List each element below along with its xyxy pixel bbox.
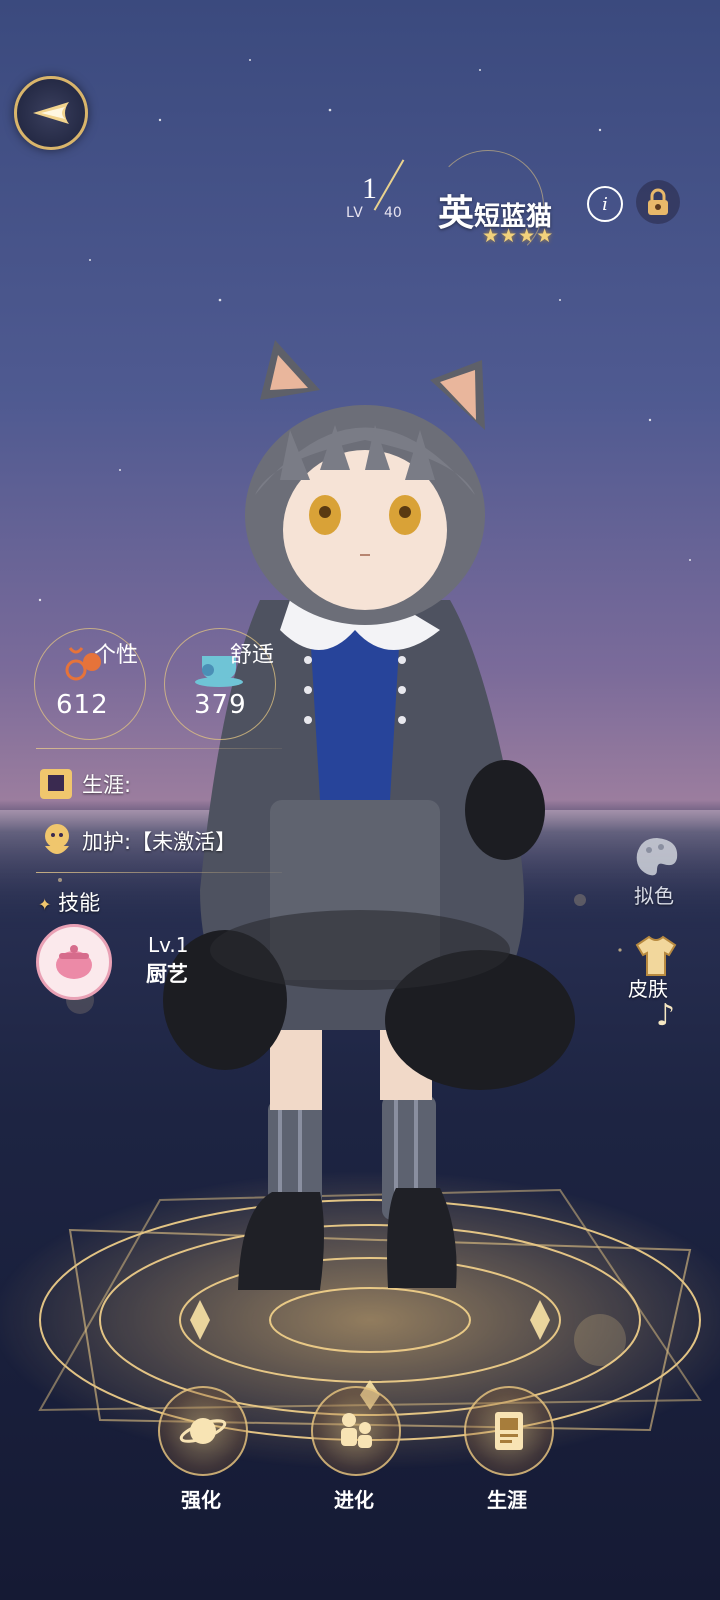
level-divider [373,159,405,211]
side-divider [36,872,282,873]
level-current: 1 [362,172,377,205]
enhance-label: 强化 [181,1488,221,1512]
skill-title: 技能 [58,891,101,915]
planet-icon [179,1418,227,1444]
cooking-pot-icon [56,945,92,979]
career-book-icon [495,1412,523,1450]
career-label[interactable]: 生涯: [82,769,131,799]
bless-spirit-icon [45,824,69,854]
dye-button[interactable] [628,828,686,886]
bless-row[interactable]: 加护:【未激活】 [82,826,236,856]
music-note-icon: ♪ [656,998,676,1033]
character-model[interactable] [160,330,600,1310]
info-icon: i [602,193,608,215]
bless-status: :【未激活】 [124,830,237,854]
level-prefix: LV [346,205,364,221]
dye-label: 拟色 [634,884,674,908]
personality-label: 个性 [94,643,139,668]
comfort-label: 舒适 [230,643,275,668]
skill-name: 厨艺 [146,962,188,986]
comfort-value: 379 [194,690,247,720]
back-button[interactable] [14,76,88,150]
info-button[interactable]: i [587,186,623,222]
career-bottom-button[interactable] [464,1386,554,1476]
skill-title-row: ✦ 技能 [38,887,100,917]
stats-divider [36,748,282,749]
evolve-label: 进化 [334,1488,374,1512]
level-max: 40 [384,205,402,221]
skill-level: Lv.1 [148,933,189,957]
skill-button[interactable] [36,924,112,1000]
wing-back-icon [33,102,69,124]
sparkle-icon: ✦ [38,895,52,914]
career-bottom-label: 生涯 [487,1488,527,1512]
paint-palette-icon [636,838,678,876]
career-icon [40,769,72,799]
bless-label: 加护 [82,830,124,854]
enhance-button[interactable] [158,1386,248,1476]
character-name-first: 英 [438,193,475,234]
lock-button[interactable] [636,180,680,224]
rarity-stars: ★★★★ [482,225,555,247]
personality-value: 612 [56,690,109,720]
evolve-button[interactable] [311,1386,401,1476]
evolve-figures-icon [341,1413,372,1448]
lock-icon [648,188,668,215]
